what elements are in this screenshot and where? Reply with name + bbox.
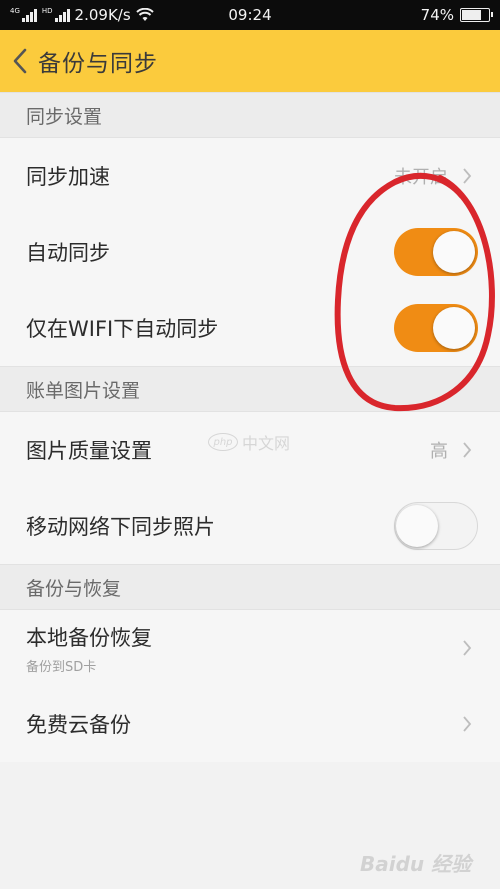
row-right — [462, 638, 474, 658]
title-bar: 备份与同步 — [0, 30, 500, 92]
row-label: 同步加速 — [26, 165, 110, 189]
row-right — [394, 502, 478, 550]
row-label: 仅在WIFI下自动同步 — [26, 317, 219, 341]
battery-icon — [460, 8, 493, 22]
row-text-stack: 本地备份恢复 备份到SD卡 — [26, 622, 152, 675]
row-label: 移动网络下同步照片 — [26, 515, 215, 539]
chevron-right-icon — [462, 440, 474, 460]
row-sublabel: 备份到SD卡 — [26, 659, 97, 675]
php-watermark: php 中文网 — [208, 430, 290, 454]
status-left: 4G HD 2.09K/s — [10, 6, 154, 24]
status-right: 74% — [420, 6, 493, 24]
row-right: 未开启 — [394, 163, 474, 189]
php-watermark-text: 中文网 — [242, 434, 291, 453]
row-right — [394, 228, 478, 276]
chevron-right-icon — [462, 714, 474, 734]
page-title[interactable]: 备份与同步 — [38, 44, 158, 78]
row-value: 高 — [430, 441, 448, 462]
section-header-bill-images: 账单图片设置 — [0, 366, 500, 412]
status-bar: 4G HD 2.09K/s 09:24 74% — [0, 0, 500, 30]
battery-percent: 74% — [420, 6, 454, 24]
section-header-backup-restore: 备份与恢复 — [0, 564, 500, 610]
toggle-knob — [433, 307, 475, 349]
row-label: 本地备份恢复 — [26, 625, 152, 650]
row-value: 未开启 — [394, 167, 448, 188]
row-label: 图片质量设置 — [26, 439, 152, 463]
chevron-right-icon — [462, 638, 474, 658]
row-sync-acceleration[interactable]: 同步加速 未开启 — [0, 138, 500, 214]
toggle-knob — [396, 504, 438, 547]
row-cloud-backup[interactable]: 免费云备份 — [0, 686, 500, 762]
status-time: 09:24 — [228, 6, 272, 24]
wifi-only-sync-toggle[interactable] — [394, 304, 478, 352]
toggle-knob — [433, 231, 475, 273]
row-auto-sync: 自动同步 — [0, 214, 500, 290]
row-local-backup[interactable]: 本地备份恢复 备份到SD卡 — [0, 610, 500, 686]
row-label: 免费云备份 — [26, 713, 131, 737]
php-logo: php — [208, 433, 238, 451]
chevron-left-icon[interactable] — [10, 46, 36, 76]
wifi-icon — [135, 8, 154, 21]
chevron-right-icon — [462, 166, 474, 186]
row-mobile-photo-sync: 移动网络下同步照片 — [0, 488, 500, 564]
battery-level — [462, 10, 482, 20]
network-speed: 2.09K/s — [74, 6, 131, 24]
baidu-watermark: Baidu 经验 — [360, 852, 472, 876]
row-label: 自动同步 — [26, 241, 110, 265]
row-right — [462, 714, 474, 734]
row-right — [394, 304, 478, 352]
row-wifi-only-sync: 仅在WIFI下自动同步 — [0, 290, 500, 366]
mobile-photo-sync-toggle[interactable] — [394, 502, 478, 550]
row-right: 高 — [430, 437, 474, 463]
section-header-sync: 同步设置 — [0, 92, 500, 138]
signal-icon: 4G — [10, 8, 37, 22]
signal-icon-2: HD — [42, 8, 70, 22]
auto-sync-toggle[interactable] — [394, 228, 478, 276]
